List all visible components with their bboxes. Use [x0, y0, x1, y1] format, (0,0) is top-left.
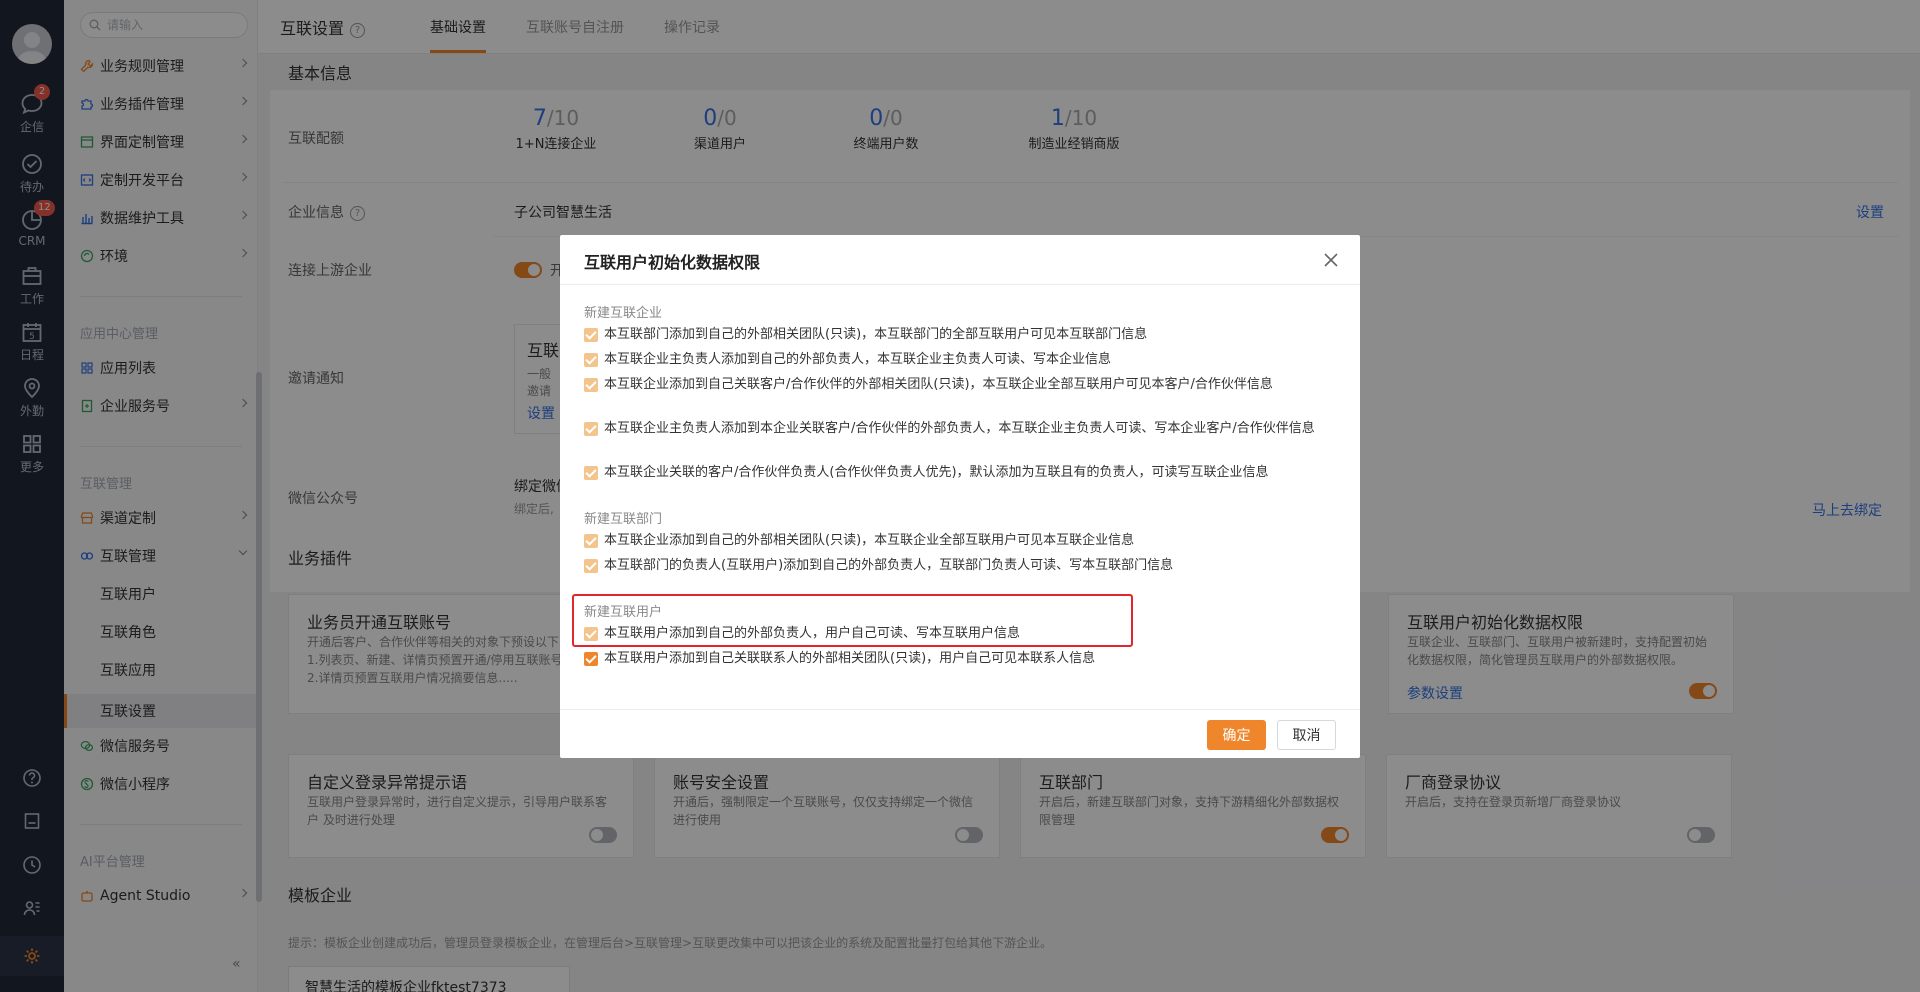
- permission-option-label: 本互联用户添加到自己关联联系人的外部相关团队(只读)，用户自己可见本联系人信息: [604, 651, 1096, 666]
- checkbox-checked[interactable]: [584, 353, 598, 367]
- permission-option[interactable]: 本互联用户添加到自己关联联系人的外部相关团队(只读)，用户自己可见本联系人信息: [584, 650, 1324, 668]
- group-new-link-department: 新建互联部门: [584, 512, 663, 527]
- permission-option-label: 本互联用户添加到自己的外部负责人，用户自己可读、写本互联用户信息: [604, 626, 1021, 641]
- group-new-link-user: 新建互联用户: [584, 605, 663, 620]
- checkbox-checked[interactable]: [584, 378, 598, 392]
- init-permission-dialog: 互联用户初始化数据权限 新建互联企业 本互联部门添加到自己的外部相关团队(只读)…: [560, 235, 1360, 758]
- permission-option-label: 本互联企业添加到自己关联客户/合作伙伴的外部相关团队(只读)，本互联企业全部互联…: [604, 377, 1273, 392]
- dialog-header: 互联用户初始化数据权限: [560, 235, 1360, 285]
- checkbox-checked[interactable]: [584, 559, 598, 573]
- permission-option-label: 本互联部门的负责人(互联用户)添加到自己的外部负责人，互联部门负责人可读、写本互…: [604, 558, 1174, 573]
- close-icon[interactable]: [1322, 251, 1340, 269]
- permission-option[interactable]: 本互联企业关联的客户/合作伙伴负责人(合作伙伴负责人优先)，默认添加为互联且有的…: [584, 464, 1324, 482]
- permission-option[interactable]: 本互联企业主负责人添加到本企业关联客户/合作伙伴的外部负责人，本互联企业主负责人…: [584, 420, 1324, 438]
- dialog-footer: 确定 取消: [560, 709, 1360, 758]
- checkbox-checked[interactable]: [584, 652, 598, 666]
- group-new-link-enterprise: 新建互联企业: [584, 306, 663, 321]
- permission-option[interactable]: 本互联部门的负责人(互联用户)添加到自己的外部负责人，互联部门负责人可读、写本互…: [584, 557, 1324, 575]
- checkbox-checked[interactable]: [584, 466, 598, 480]
- permission-option-label: 本互联企业添加到自己的外部相关团队(只读)，本互联企业全部互联用户可见本互联企业…: [604, 533, 1135, 548]
- permission-option[interactable]: 本互联企业添加到自己的外部相关团队(只读)，本互联企业全部互联用户可见本互联企业…: [584, 532, 1324, 550]
- checkbox-checked[interactable]: [584, 328, 598, 342]
- permission-option[interactable]: 本互联企业添加到自己关联客户/合作伙伴的外部相关团队(只读)，本互联企业全部互联…: [584, 376, 1324, 394]
- permission-option[interactable]: 本互联用户添加到自己的外部负责人，用户自己可读、写本互联用户信息: [584, 625, 1324, 643]
- checkbox-checked[interactable]: [584, 627, 598, 641]
- permission-option-label: 本互联企业主负责人添加到本企业关联客户/合作伙伴的外部负责人，本互联企业主负责人…: [604, 421, 1315, 436]
- confirm-button[interactable]: 确定: [1207, 720, 1266, 750]
- permission-option[interactable]: 本互联企业主负责人添加到自己的外部负责人，本互联企业主负责人可读、写本企业信息: [584, 351, 1324, 369]
- permission-option-label: 本互联企业关联的客户/合作伙伴负责人(合作伙伴负责人优先)，默认添加为互联且有的…: [604, 465, 1269, 480]
- permission-option-label: 本互联企业主负责人添加到自己的外部负责人，本互联企业主负责人可读、写本企业信息: [604, 352, 1112, 367]
- permission-option-label: 本互联部门添加到自己的外部相关团队(只读)，本互联部门的全部互联用户可见本互联部…: [604, 327, 1148, 342]
- permission-option[interactable]: 本互联部门添加到自己的外部相关团队(只读)，本互联部门的全部互联用户可见本互联部…: [584, 326, 1324, 344]
- dialog-title: 互联用户初始化数据权限: [584, 253, 761, 272]
- checkbox-checked[interactable]: [584, 422, 598, 436]
- checkbox-checked[interactable]: [584, 534, 598, 548]
- cancel-button[interactable]: 取消: [1277, 720, 1336, 750]
